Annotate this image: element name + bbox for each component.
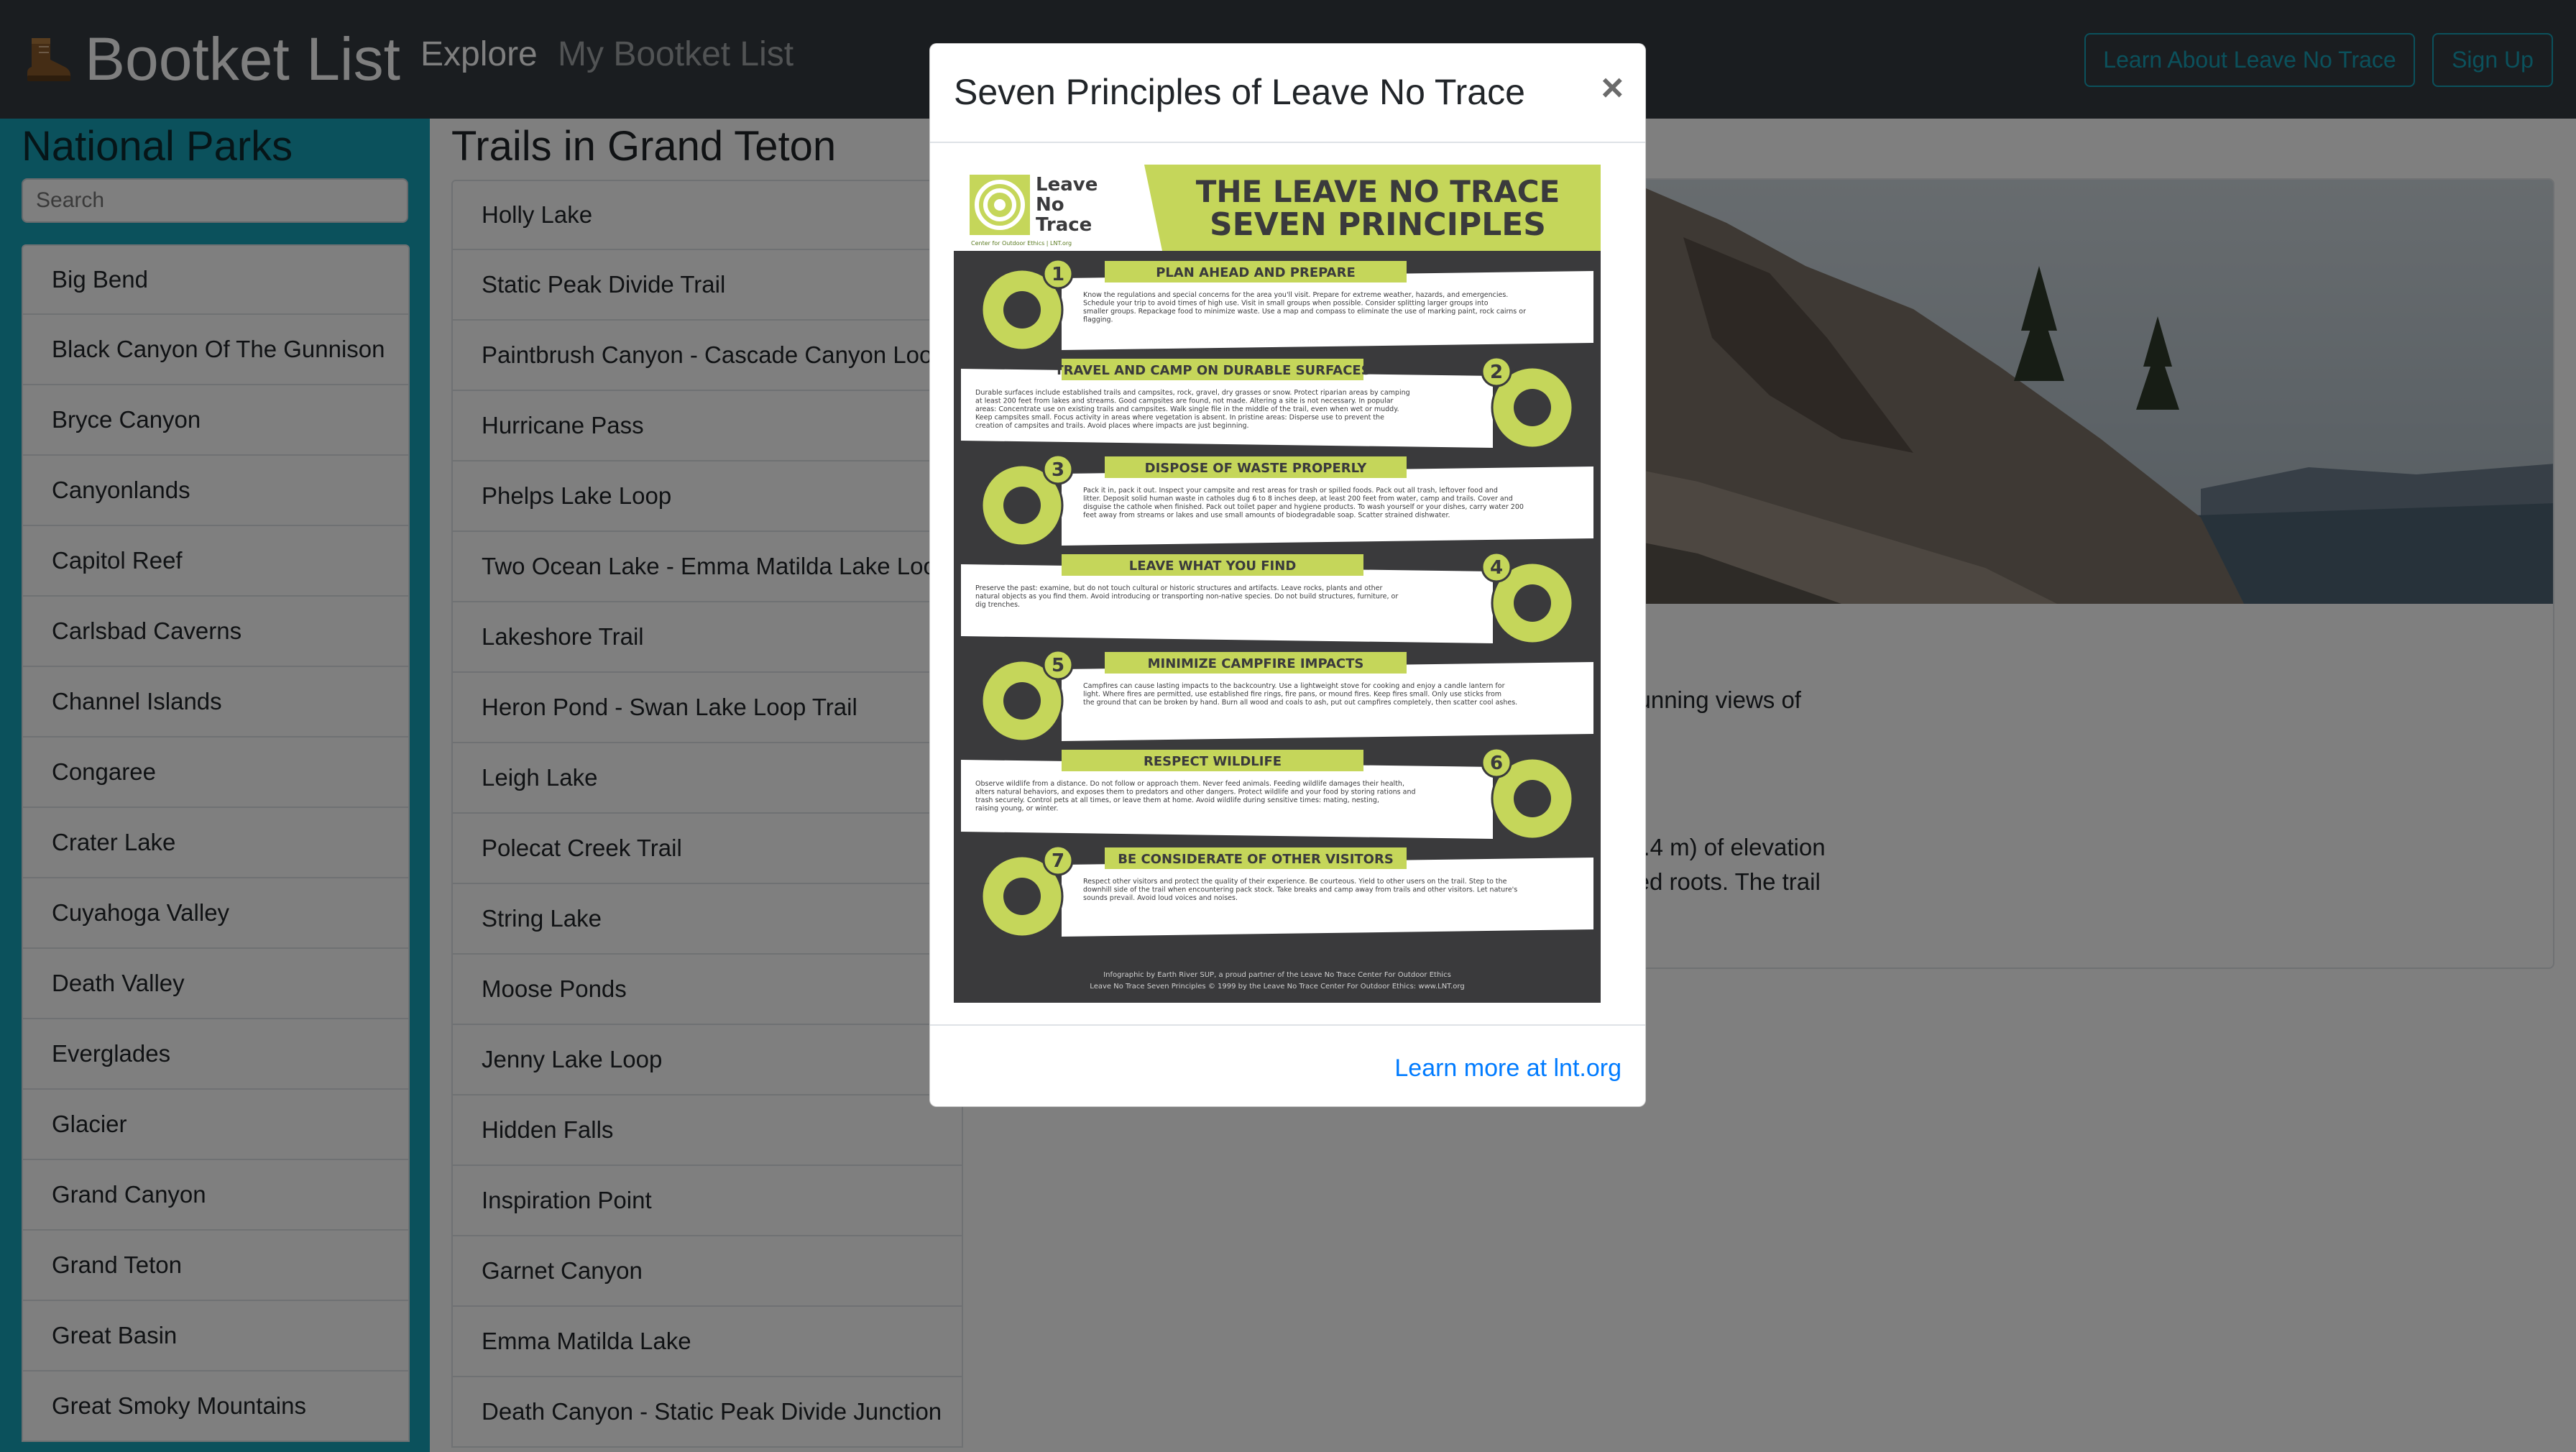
principle-number: 6 <box>1490 753 1503 774</box>
principle-title: RESPECT WILDLIFE <box>1144 754 1282 769</box>
principle-title: PLAN AHEAD AND PREPARE <box>1156 265 1356 280</box>
credit-line-2: Leave No Trace Seven Principles © 1999 b… <box>1090 983 1464 991</box>
principle-band: TRAVEL AND CAMP ON DURABLE SURFACES 2Dura… <box>961 356 1574 449</box>
principle-title: DISPOSE OF WASTE PROPERLY <box>1145 461 1368 476</box>
principle-title: BE CONSIDERATE OF OTHER VISITORS <box>1118 852 1394 867</box>
logo-text-3: Trace <box>1036 214 1092 236</box>
learn-more-link[interactable]: Learn more at lnt.org <box>1394 1054 1622 1083</box>
modal-footer: Learn more at lnt.org <box>930 1024 1645 1106</box>
logo-text-1: Leave <box>1036 174 1098 196</box>
modal-header: Seven Principles of Leave No Trace × <box>930 44 1645 143</box>
principle-number: 1 <box>1052 264 1064 285</box>
principle-title: MINIMIZE CAMPFIRE IMPACTS <box>1148 656 1364 671</box>
banner-line-2: SEVEN PRINCIPLES <box>1210 206 1546 243</box>
leave-no-trace-modal: Seven Principles of Leave No Trace × Lea… <box>929 43 1646 1107</box>
principle-title: TRAVEL AND CAMP ON DURABLE SURFACES <box>1054 363 1370 378</box>
principle-number: 7 <box>1052 850 1064 872</box>
principle-band: PLAN AHEAD AND PREPARE1Know the regulati… <box>980 258 1593 351</box>
principle-number: 2 <box>1490 362 1503 383</box>
close-icon[interactable]: × <box>1601 65 1624 110</box>
principle-number: 4 <box>1490 557 1503 579</box>
principle-band: MINIMIZE CAMPFIRE IMPACTS 5 Campfires can … <box>980 649 1593 743</box>
principle-number: 3 <box>1052 459 1064 481</box>
logo-text-2: No <box>1036 194 1064 216</box>
modal-title: Seven Principles of Leave No Trace <box>954 72 1525 112</box>
principle-title: LEAVE WHAT YOU FIND <box>1129 559 1297 574</box>
principle-band: LEAVE WHAT YOU FIND 4Preserve the past: e… <box>961 551 1574 645</box>
logo-caption: Center for Outdoor Ethics | LNT.org <box>971 240 1072 247</box>
principle-band: DISPOSE OF WASTE PROPERLY3Pack it in, pa… <box>980 454 1593 547</box>
principle-band: BE CONSIDERATE OF OTHER VISITORS7Respect… <box>980 845 1593 938</box>
principle-band: RESPECT WILDLIFE 6Observe wildlife from a… <box>961 747 1574 840</box>
credit-line-1: Infographic by Earth River SUP, a proud … <box>1103 971 1451 979</box>
lnt-logo-icon <box>970 175 1030 235</box>
principle-text: Campfires can cause lasting impacts to t… <box>1083 682 1517 707</box>
leave-no-trace-poster: Leave No Trace Center for Outdoor Ethics… <box>954 165 1601 1003</box>
principle-number: 5 <box>1052 655 1064 676</box>
banner-line-1: THE LEAVE NO TRACE <box>1196 174 1560 209</box>
